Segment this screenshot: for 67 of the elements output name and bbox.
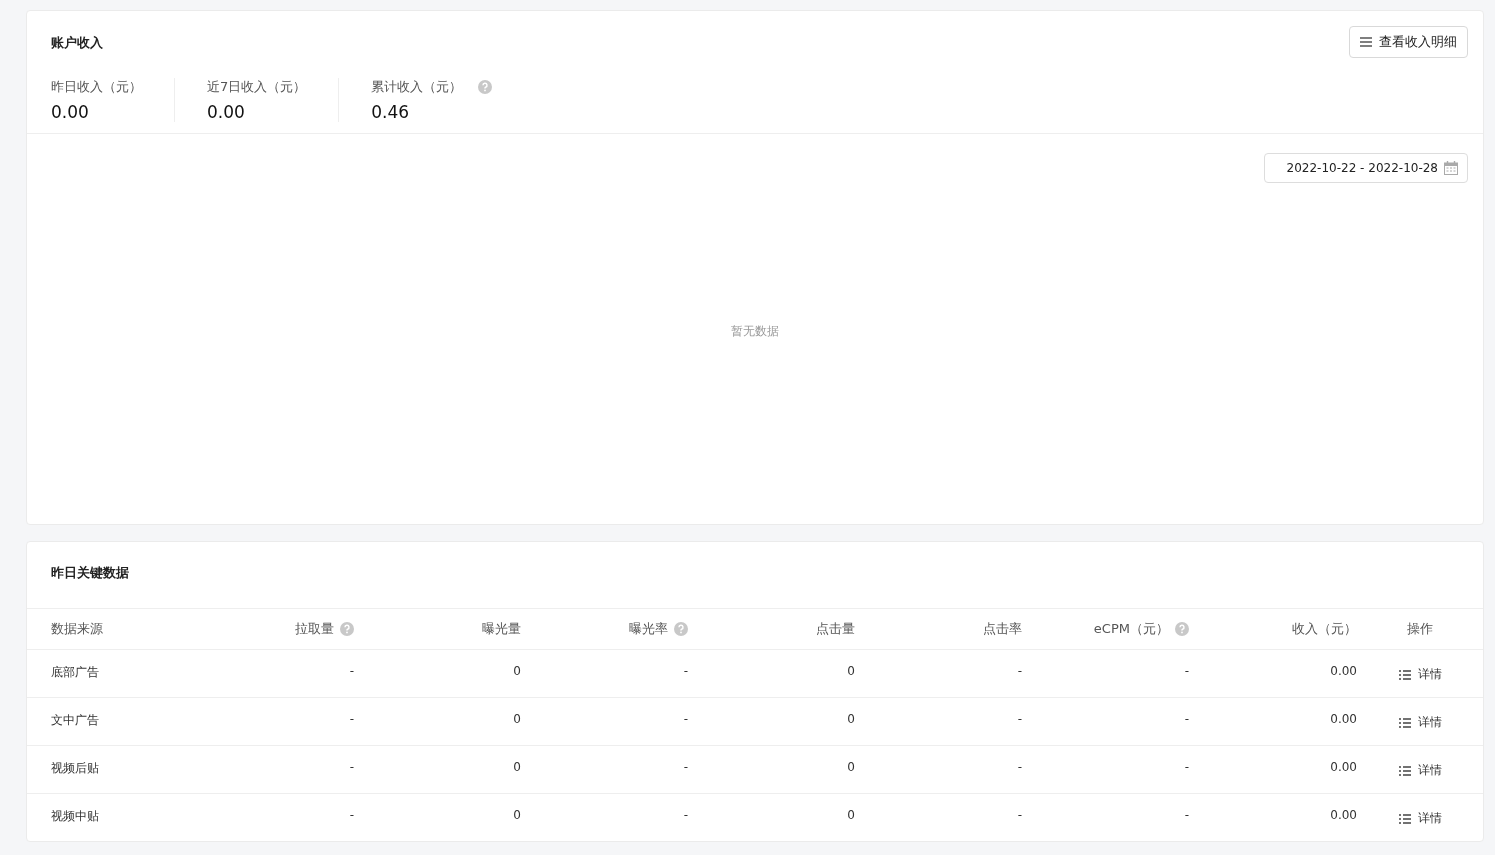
income-detail-button[interactable]: 查看收入明细	[1349, 26, 1468, 58]
table-cell: -	[1184, 712, 1189, 726]
table-cell: 0	[513, 664, 521, 678]
column-header: 操作	[1407, 620, 1433, 638]
help-icon[interactable]	[1175, 622, 1189, 636]
stat-label: 近7日收入（元）	[207, 78, 307, 96]
detail-link[interactable]: 详情	[1398, 714, 1442, 731]
table-cell: 文中广告	[51, 712, 99, 729]
table-cell: 0.00	[1330, 760, 1357, 774]
detail-link[interactable]: 详情	[1398, 666, 1442, 683]
column-header: 数据来源	[51, 620, 103, 638]
list-icon	[1398, 813, 1411, 824]
table-cell: 0.00	[1330, 808, 1357, 822]
table-cell: 0	[847, 664, 855, 678]
column-header: 曝光量	[482, 620, 521, 638]
table-cell: -	[1184, 760, 1189, 774]
table-cell: -	[349, 808, 354, 822]
column-header: eCPM（元）	[1093, 620, 1169, 638]
calendar-icon	[1444, 161, 1458, 175]
list-icon	[1398, 669, 1411, 680]
help-icon[interactable]	[674, 622, 688, 636]
table-cell: 0	[513, 712, 521, 726]
table-cell: 0.00	[1330, 712, 1357, 726]
table-cell: -	[683, 808, 688, 822]
table-cell: 0	[847, 760, 855, 774]
table-cell: -	[1017, 712, 1022, 726]
table-cell: -	[683, 712, 688, 726]
table-cell: 0	[513, 760, 521, 774]
table-cell: 0	[847, 808, 855, 822]
table-cell: -	[349, 664, 354, 678]
list-icon	[1398, 765, 1411, 776]
table-cell: -	[683, 664, 688, 678]
help-icon[interactable]	[340, 622, 354, 636]
table-cell: 0.00	[1330, 664, 1357, 678]
list-icon	[1398, 717, 1411, 728]
detail-link[interactable]: 详情	[1398, 810, 1442, 827]
column-header: 拉取量	[295, 620, 334, 638]
table-cell: -	[1017, 760, 1022, 774]
card-title: 昨日关键数据	[50, 564, 130, 582]
card-title: 账户收入	[51, 34, 104, 52]
column-header: 收入（元）	[1292, 620, 1357, 638]
table-cell: 0	[847, 712, 855, 726]
column-header: 点击率	[983, 620, 1022, 638]
table-cell: -	[683, 760, 688, 774]
help-icon[interactable]	[478, 80, 493, 94]
stat-value: 0.00	[207, 102, 246, 122]
table-cell: -	[1184, 808, 1189, 822]
table-cell: 视频后贴	[51, 760, 99, 777]
stat-value: 0.00	[51, 102, 90, 122]
table-cell: 0	[513, 808, 521, 822]
table-cell: 视频中贴	[51, 808, 99, 825]
date-range-picker[interactable]: 2022-10-22 - 2022-10-28	[1264, 153, 1468, 183]
column-header: 曝光率	[629, 620, 668, 638]
table-cell: 底部广告	[51, 664, 99, 681]
menu-icon	[1360, 37, 1372, 47]
stat-label: 昨日收入（元）	[51, 78, 142, 96]
table-cell: -	[1017, 808, 1022, 822]
table-cell: -	[1017, 664, 1022, 678]
date-range-text: 2022-10-22 - 2022-10-28	[1286, 161, 1438, 175]
table-cell: -	[349, 712, 354, 726]
column-header: 点击量	[816, 620, 855, 638]
stat-label: 累计收入（元）	[371, 78, 463, 96]
table-cell: -	[349, 760, 354, 774]
detail-link[interactable]: 详情	[1398, 762, 1442, 779]
empty-state-text: 暂无数据	[730, 323, 780, 340]
stat-value: 0.46	[371, 102, 411, 122]
table-cell: -	[1184, 664, 1189, 678]
